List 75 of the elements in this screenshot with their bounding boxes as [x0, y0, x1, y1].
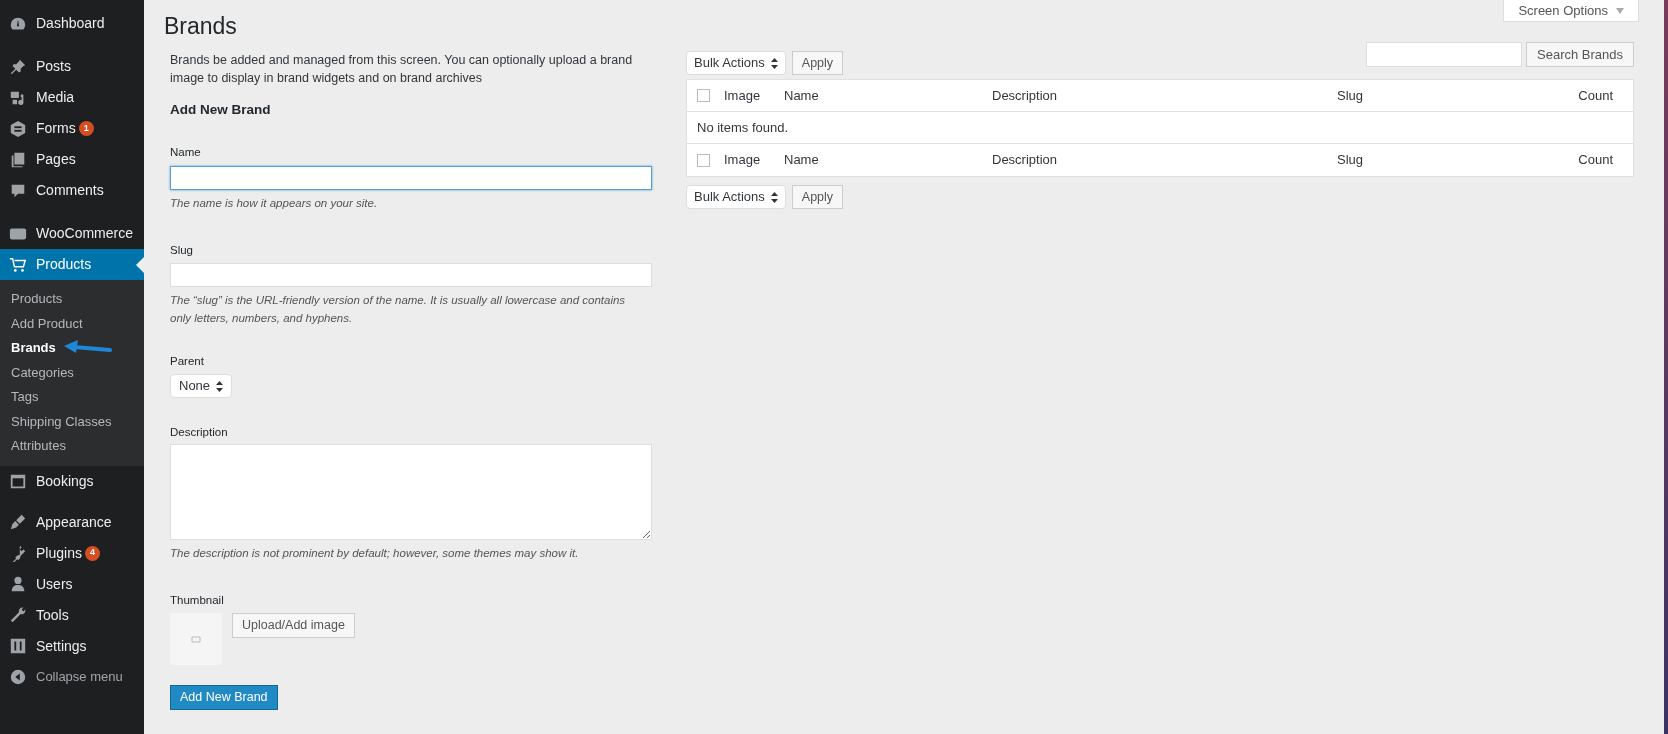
count-badge: 1 — [78, 121, 94, 136]
bulk-actions-select[interactable]: Bulk Actions — [686, 185, 786, 209]
page-title: Brands — [164, 12, 237, 40]
sidebar-item[interactable]: Users — [0, 568, 144, 600]
description-field[interactable] — [170, 444, 652, 541]
add-new-brand-button[interactable]: Add New Brand — [170, 684, 278, 710]
image-placeholder-icon — [191, 634, 201, 643]
search-button[interactable]: Search Brands — [1526, 42, 1634, 67]
submenu-item[interactable]: Add Product — [0, 311, 83, 336]
sidebar-item[interactable]: Posts — [0, 51, 144, 82]
calendar-icon — [9, 472, 27, 490]
empty-message: No items found. — [697, 118, 789, 137]
form-icon — [9, 119, 27, 138]
field-label: Name — [170, 145, 201, 161]
upload-image-button[interactable]: Upload/Add image — [232, 612, 355, 638]
name-field[interactable] — [170, 165, 652, 190]
sidebar-item[interactable]: Dashboard — [0, 8, 144, 39]
sidebar-item[interactable]: WooCommerce — [0, 218, 144, 249]
sidebar-item[interactable]: Appearance — [0, 506, 144, 538]
select-arrows-icon — [770, 57, 778, 69]
collapse-icon — [9, 668, 27, 686]
field-hint: The description is not prominent by default; however, some themes may show it. — [170, 546, 580, 562]
sidebar-item[interactable]: Pages — [0, 144, 144, 175]
field-label: Slug — [170, 242, 194, 258]
column-header[interactable]: Image — [724, 87, 761, 103]
sidebar-item[interactable]: Plugins 4 — [0, 537, 144, 569]
column-header[interactable]: Count — [1578, 150, 1613, 170]
submenu-item[interactable]: Brands — [0, 336, 56, 361]
checkbox[interactable] — [697, 153, 710, 167]
parent-select[interactable]: None — [170, 374, 233, 398]
column-header[interactable]: Slug — [1337, 152, 1364, 168]
intro-text: Brands be added and managed from this screen. You can optionally upload a brand image to display in brand widgets and on brand archives — [170, 52, 634, 87]
caret-icon — [1616, 7, 1624, 14]
field-hint: The name is how it appears on your site. — [170, 195, 379, 211]
field-label: Thumbnail — [170, 593, 224, 609]
submenu-item[interactable]: Categories — [0, 360, 74, 385]
sidebar-item[interactable]: Settings — [0, 630, 144, 662]
apply-button[interactable]: Apply — [791, 185, 844, 209]
sidebar-item[interactable]: Tools — [0, 599, 144, 631]
person-icon — [9, 575, 27, 593]
column-header[interactable]: Name — [784, 152, 819, 168]
count-badge: 4 — [84, 545, 100, 561]
checkbox[interactable] — [697, 89, 710, 102]
screen-options-button[interactable]: Screen Options — [1503, 0, 1639, 22]
column-header[interactable]: Description — [992, 87, 1058, 103]
bulk-actions-select[interactable]: Bulk Actions — [686, 51, 786, 75]
pin-icon — [9, 57, 27, 76]
sidebar-item[interactable]: Products — [0, 249, 144, 280]
form-heading: Add New Brand — [170, 101, 271, 119]
column-header[interactable]: Slug — [1337, 87, 1364, 103]
wrench-icon — [9, 606, 27, 624]
submenu-item[interactable]: Shipping Classes — [0, 409, 112, 434]
brush-icon — [9, 513, 27, 531]
sidebar-item[interactable]: Collapse menu — [0, 661, 144, 693]
sidebar-item[interactable]: Bookings — [0, 465, 144, 497]
field-label: Parent — [170, 353, 204, 369]
select-arrows-icon — [770, 191, 778, 203]
column-header[interactable]: Name — [784, 87, 819, 103]
cart-icon — [9, 255, 27, 274]
submenu-item[interactable]: Products — [0, 287, 63, 312]
select-arrows-icon — [216, 380, 224, 392]
search-field[interactable] — [1366, 42, 1522, 67]
submenu-item[interactable]: Attributes — [0, 434, 66, 459]
sidebar-item[interactable]: Media — [0, 82, 144, 113]
column-header[interactable]: Count — [1578, 85, 1613, 106]
pages-icon — [9, 150, 27, 169]
apply-button[interactable]: Apply — [791, 51, 844, 75]
field-hint: The “slug” is the URL-friendly version of the name. It is usually all lowercase and contains only letters, numbers, and hyphens. — [170, 292, 627, 326]
sidebar-item[interactable]: Comments — [0, 175, 144, 206]
column-header[interactable]: Image — [724, 152, 761, 168]
field-label: Description — [170, 425, 228, 440]
sidebar-item[interactable]: Forms 1 — [0, 113, 144, 144]
slug-field[interactable] — [170, 262, 652, 287]
column-header[interactable]: Description — [992, 152, 1058, 168]
submenu-item[interactable]: Tags — [0, 385, 39, 410]
